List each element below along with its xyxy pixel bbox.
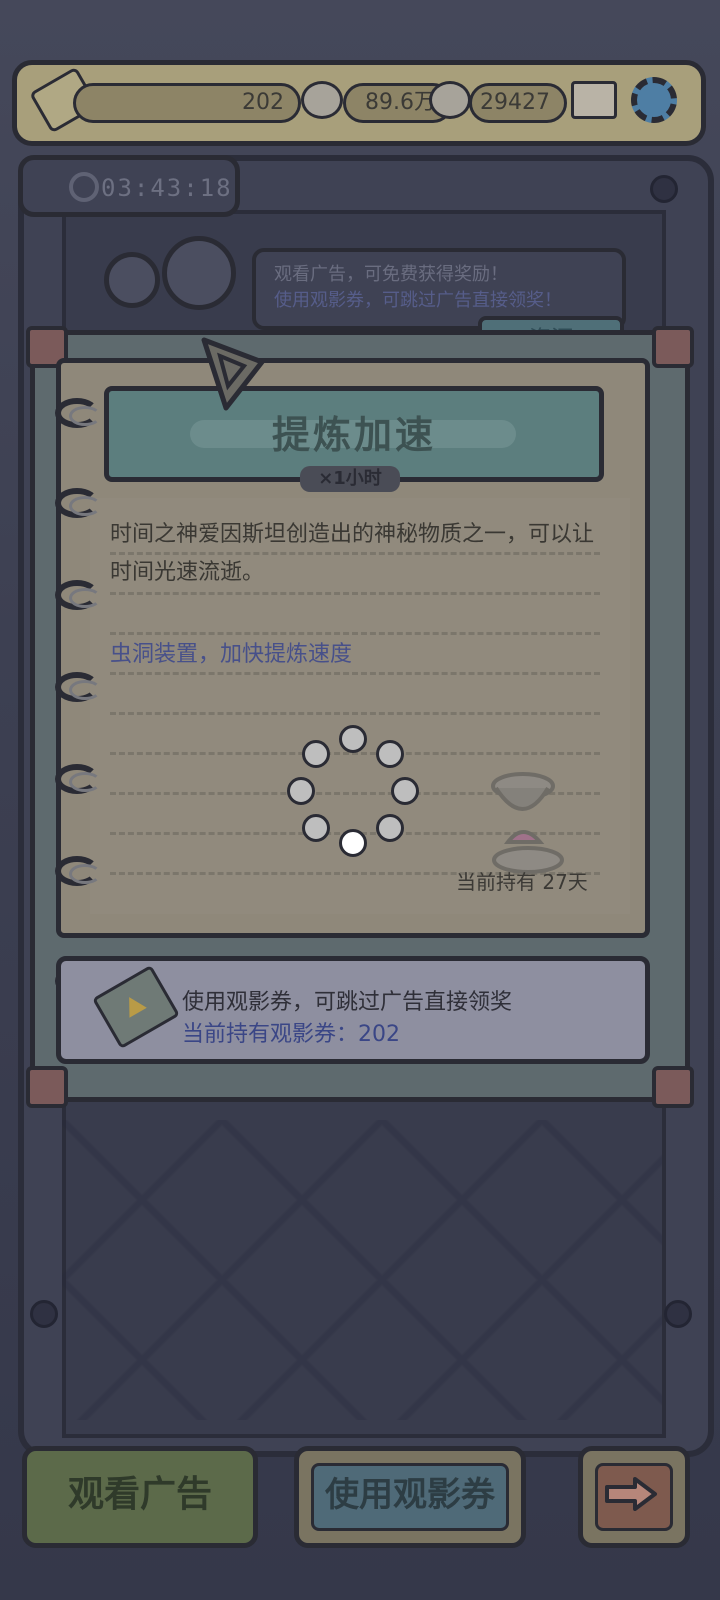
use-ticket-button[interactable]: 使用观影券 <box>294 1446 526 1548</box>
item-title: 提炼加速 <box>271 413 436 457</box>
floor-pattern <box>62 1120 662 1420</box>
chat-currency-icon <box>429 81 471 119</box>
watch-ad-label: 观看广告 <box>67 1474 212 1515</box>
ticket-count: 202 <box>73 83 301 123</box>
gear-icon[interactable] <box>631 77 677 123</box>
loading-spinner <box>278 716 428 866</box>
next-button[interactable] <box>578 1446 690 1548</box>
hourglass-icon <box>491 772 564 874</box>
ruled-line <box>110 672 600 675</box>
ruled-line <box>110 592 600 595</box>
binder-ring <box>55 856 101 886</box>
currency-2-value: 29427 <box>469 83 567 123</box>
projector-icon <box>104 232 244 332</box>
binder-ring <box>55 764 101 794</box>
item-description: 时间之神爱因斯坦创造出的神秘物质之一，可以让时间光速流逝。 <box>110 522 595 585</box>
item-effect: 虫洞装置，加快提炼速度 <box>110 642 353 667</box>
spinner-dot <box>302 740 331 769</box>
watch-ad-button[interactable]: 观看广告 <box>22 1446 258 1548</box>
spinner-dot <box>375 740 404 769</box>
corner-bracket <box>26 1066 68 1108</box>
arrow-right-icon <box>605 1477 657 1511</box>
binder-ring <box>55 488 101 518</box>
spinner-dot <box>391 777 419 805</box>
bubble-currency-icon <box>301 81 343 119</box>
item-quantity: ×1小时 <box>300 466 400 492</box>
ad-prompt-line-1: 观看广告，可免费获得奖励！ <box>274 264 508 285</box>
corner-bracket <box>652 1066 694 1108</box>
bolt-icon <box>30 1300 58 1328</box>
spinner-dot <box>302 813 331 842</box>
binder-ring <box>55 398 101 428</box>
triangle-badge-icon <box>201 337 265 411</box>
ruled-line <box>110 632 600 635</box>
spinner-dot <box>287 777 315 805</box>
bolt-icon <box>650 175 678 203</box>
binder-ring <box>55 672 101 702</box>
binder-ring <box>55 580 101 610</box>
corner-bracket <box>652 326 694 368</box>
ad-prompt-line-2: 使用观影券，可跳过广告直接领奖！ <box>274 290 562 311</box>
top-resource-bar: 202 89.6万 29427 <box>12 60 706 146</box>
spinner-dot <box>339 725 367 753</box>
ticket-count-text: 当前持有观影券：202 <box>182 1022 400 1047</box>
timer-text: 03:43:18 <box>101 174 233 202</box>
spinner-dot <box>339 829 367 857</box>
ticket-info-text: 使用观影券，可跳过广告直接领奖 <box>182 990 513 1015</box>
holding-amount: 当前持有 27天 <box>456 870 588 894</box>
use-ticket-label: 使用观影券 <box>325 1475 495 1515</box>
mail-icon[interactable] <box>571 81 617 119</box>
countdown-timer: 03:43:18 <box>18 155 240 217</box>
ruled-line <box>110 712 600 715</box>
spinner-dot <box>375 813 404 842</box>
bolt-icon <box>664 1300 692 1328</box>
film-reel-icon <box>69 172 99 202</box>
